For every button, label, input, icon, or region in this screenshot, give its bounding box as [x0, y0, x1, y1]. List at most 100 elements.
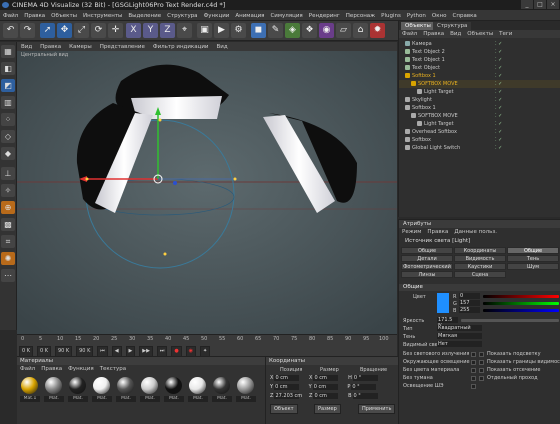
attribute-tab[interactable]: Видимость: [454, 255, 506, 262]
option-checkbox[interactable]: [479, 376, 484, 381]
rgb-b-field[interactable]: 255: [459, 307, 480, 313]
coord-rot-p-field[interactable]: 0 °: [351, 384, 377, 390]
material-swatch[interactable]: [237, 377, 254, 394]
object-row[interactable]: Камера ⁚ ✓: [399, 40, 560, 48]
objects-menu-view[interactable]: Вид: [447, 30, 464, 38]
intensity-field[interactable]: 171.5 %: [437, 317, 458, 329]
option-checkbox[interactable]: [471, 360, 476, 365]
object-row[interactable]: Text Object 2 ⁚ ✓: [399, 48, 560, 56]
material-swatch[interactable]: [141, 377, 158, 394]
apply-button[interactable]: Применить: [358, 404, 396, 414]
axis-icon[interactable]: ⊥: [1, 167, 15, 180]
material-name[interactable]: Mat.: [164, 396, 184, 402]
type-dropdown[interactable]: Квадратный: [437, 325, 482, 331]
pen-icon[interactable]: ✎: [268, 23, 283, 38]
objects-menu-edit[interactable]: Правка: [420, 30, 447, 38]
visibility-flags-icon[interactable]: ⁚ ✓: [495, 120, 502, 128]
object-row[interactable]: Global Light Switch ⁚ ✓: [399, 144, 560, 152]
rgb-b-slider[interactable]: [483, 309, 559, 312]
visibility-flags-icon[interactable]: ⁚ ✓: [495, 136, 502, 144]
material-swatch[interactable]: [69, 377, 86, 394]
menu-simulation[interactable]: Симуляция: [267, 11, 305, 20]
object-row[interactable]: Overhead Softbox ⁚ ✓: [399, 128, 560, 136]
material-swatch[interactable]: [189, 377, 206, 394]
coord-size-z-field[interactable]: 0 cm: [313, 393, 339, 399]
material-swatch[interactable]: [21, 377, 38, 394]
y-axis-icon[interactable]: Y: [143, 23, 158, 38]
x-axis-icon[interactable]: X: [126, 23, 141, 38]
object-name[interactable]: Light Target: [424, 120, 454, 128]
object-name[interactable]: Softbox: [412, 136, 431, 144]
menu-render[interactable]: Рендеринг: [306, 11, 343, 20]
tweak-icon[interactable]: ✧: [1, 184, 15, 197]
object-row[interactable]: Text Object ⁚ ✓: [399, 64, 560, 72]
option-checkbox[interactable]: [479, 360, 484, 365]
attribute-tab[interactable]: Общие: [401, 247, 453, 254]
recent-icon[interactable]: ✛: [108, 23, 123, 38]
material-swatch[interactable]: [213, 377, 230, 394]
object-row[interactable]: Text Object 1 ⁚ ✓: [399, 56, 560, 64]
object-row[interactable]: Softbox ⁚ ✓: [399, 136, 560, 144]
attribute-tab[interactable]: Каустики: [454, 263, 506, 270]
object-name[interactable]: Камера: [412, 40, 432, 48]
minimize-button[interactable]: _: [521, 0, 533, 9]
camera-icon[interactable]: ⌂: [353, 23, 368, 38]
object-name[interactable]: Global Light Switch: [412, 144, 460, 152]
solo-icon[interactable]: ▩: [1, 218, 15, 231]
object-row[interactable]: Softbox 1 ⁚ ✓: [399, 104, 560, 112]
intensity-slider[interactable]: [461, 319, 559, 322]
coord-size-x-field[interactable]: 0 cm: [313, 375, 339, 381]
material-name[interactable]: Mat.: [44, 396, 64, 402]
tab-structure[interactable]: Структура: [433, 22, 472, 30]
object-name[interactable]: Text Object: [412, 64, 440, 72]
points-icon[interactable]: ⁘: [1, 113, 15, 126]
material-name[interactable]: Mat.: [212, 396, 232, 402]
tab-objects[interactable]: Объекты: [401, 22, 435, 30]
material-swatch[interactable]: [165, 377, 182, 394]
material-name[interactable]: Mat.: [140, 396, 160, 402]
timeline-ruler[interactable]: 0 5 10 15 20 25 30 35 40 45 50 55 60 65 …: [21, 336, 393, 344]
redo-icon[interactable]: ↷: [20, 23, 35, 38]
visibility-flags-icon[interactable]: ⁚ ✓: [495, 88, 502, 96]
visibility-flags-icon[interactable]: ⁚ ✓: [495, 72, 502, 80]
coord-size-y-field[interactable]: 0 cm: [312, 384, 338, 390]
object-row[interactable]: SOFTBOX MOVE ⁚ ✓: [399, 80, 560, 88]
floor-icon[interactable]: ▱: [336, 23, 351, 38]
object-name[interactable]: Softbox 1: [412, 104, 436, 112]
menu-character[interactable]: Персонаж: [343, 11, 378, 20]
option-checkbox[interactable]: [471, 376, 476, 381]
color-swatch[interactable]: [437, 293, 449, 313]
option-checkbox[interactable]: [471, 384, 476, 389]
menu-plugins[interactable]: Plugins: [378, 11, 404, 20]
rotate-icon[interactable]: ⟳: [91, 23, 106, 38]
polygons-icon[interactable]: ◆: [1, 147, 15, 160]
visibility-flags-icon[interactable]: ⁚ ✓: [495, 80, 502, 88]
menu-functions[interactable]: Функции: [201, 11, 233, 20]
object-row[interactable]: Light Target ⁚ ✓: [399, 88, 560, 96]
visible-light-dropdown[interactable]: Нет: [437, 341, 482, 347]
material-swatch[interactable]: [45, 377, 62, 394]
quantize-icon[interactable]: ⌗: [1, 235, 15, 248]
visibility-flags-icon[interactable]: ⁚ ✓: [495, 104, 502, 112]
object-row[interactable]: Softbox 1 ⁚ ✓: [399, 72, 560, 80]
object-row[interactable]: Skylight ⁚ ✓: [399, 96, 560, 104]
timeline[interactable]: 0 5 10 15 20 25 30 35 40 45 50 55 60 65 …: [17, 334, 397, 357]
coord-rot-b-field[interactable]: 0 °: [352, 393, 378, 399]
cube-icon[interactable]: ◼: [251, 23, 266, 38]
menu-python[interactable]: Python: [404, 11, 429, 20]
light-icon[interactable]: ✹: [370, 23, 385, 38]
attribute-tab[interactable]: Шум: [507, 263, 559, 270]
render-region-icon[interactable]: ▣: [197, 23, 212, 38]
attributes-menu-userdata[interactable]: Данные польз.: [451, 228, 500, 236]
maximize-button[interactable]: □: [534, 0, 546, 9]
attribute-tab[interactable]: Сцена: [454, 271, 506, 278]
attribute-tab[interactable]: Тень: [507, 255, 559, 262]
menu-selection[interactable]: Выделение: [125, 11, 164, 20]
edges-icon[interactable]: ◇: [1, 130, 15, 143]
z-axis-icon[interactable]: Z: [160, 23, 175, 38]
menu-file[interactable]: Файл: [0, 11, 21, 20]
menu-animation[interactable]: Анимация: [232, 11, 267, 20]
material-swatch[interactable]: [117, 377, 134, 394]
objects-menu-objects[interactable]: Объекты: [464, 30, 496, 38]
material-swatch[interactable]: [93, 377, 110, 394]
